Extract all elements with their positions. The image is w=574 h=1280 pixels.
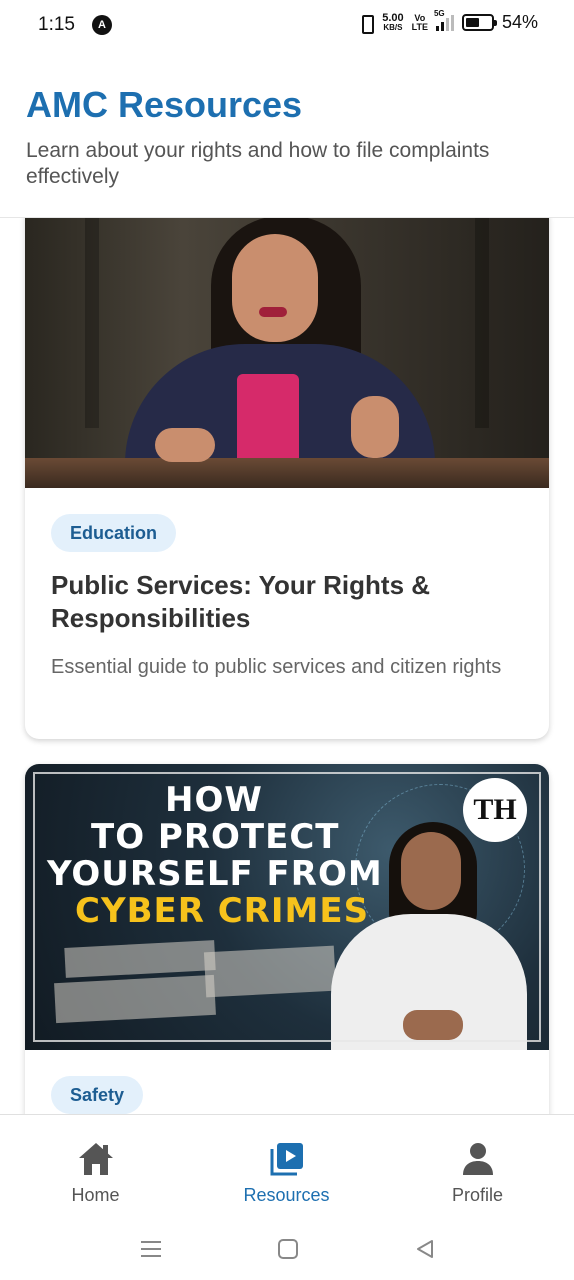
network-speed-unit: KB/S [383,22,403,32]
notification-a-icon: A [92,15,112,35]
signal-icon: 5G [434,9,454,31]
recents-menu-icon[interactable] [136,1234,166,1264]
back-triangle-icon[interactable] [410,1234,440,1264]
home-square-icon[interactable] [273,1234,303,1264]
category-chip: Education [51,514,177,552]
resource-description: Essential guide to public services and c… [51,656,502,678]
battery-icon [461,14,497,31]
volte-bottom: LTE [411,21,428,32]
bottom-navigation: Home Resources Profile [0,1114,574,1222]
nav-resources[interactable]: Resources [191,1115,382,1223]
network-type: 5G [433,8,445,18]
network-speed: 5.00 KB/S [382,11,404,33]
vibrate-icon [358,14,375,34]
page-title: AMC Resources [26,84,303,125]
nav-profile-label: Profile [451,1185,504,1205]
resource-card[interactable]: Education Public Services: Your Rights &… [25,218,549,739]
person-icon [462,1143,493,1175]
home-icon [78,1143,113,1175]
nav-profile[interactable]: Profile [382,1115,573,1223]
page-header: AMC Resources Learn about your rights an… [0,52,574,218]
resource-list[interactable]: Education Public Services: Your Rights &… [0,218,574,1114]
page-subtitle: Learn about your rights and how to file … [26,139,490,188]
play-library-icon [270,1143,303,1176]
nav-home[interactable]: Home [0,1115,191,1223]
category-chip: Safety [51,1076,144,1114]
system-navigation-bar [0,1222,574,1280]
video-thumbnail[interactable] [25,218,549,488]
status-bar: 1:15 A 5.00 KB/S Vo LTE 5G 54% [0,0,574,52]
battery-percent: 54% [501,12,538,32]
nav-home-label: Home [71,1185,120,1205]
video-thumbnail[interactable]: HOW TO PROTECT YOURSELF FROM CYBER CRIME… [25,764,549,1050]
battery-fill [465,18,479,27]
status-time: 1:15 [38,14,75,35]
status-indicators: 5.00 KB/S Vo LTE 5G 54% [358,9,538,34]
resource-title: Public Services: Your Rights & Responsib… [51,570,431,633]
network-speed-value: 5.00 [382,11,404,24]
nav-resources-label: Resources [243,1185,330,1205]
resource-card[interactable]: HOW TO PROTECT YOURSELF FROM CYBER CRIME… [25,764,549,1114]
volte-icon: Vo LTE [411,13,428,32]
